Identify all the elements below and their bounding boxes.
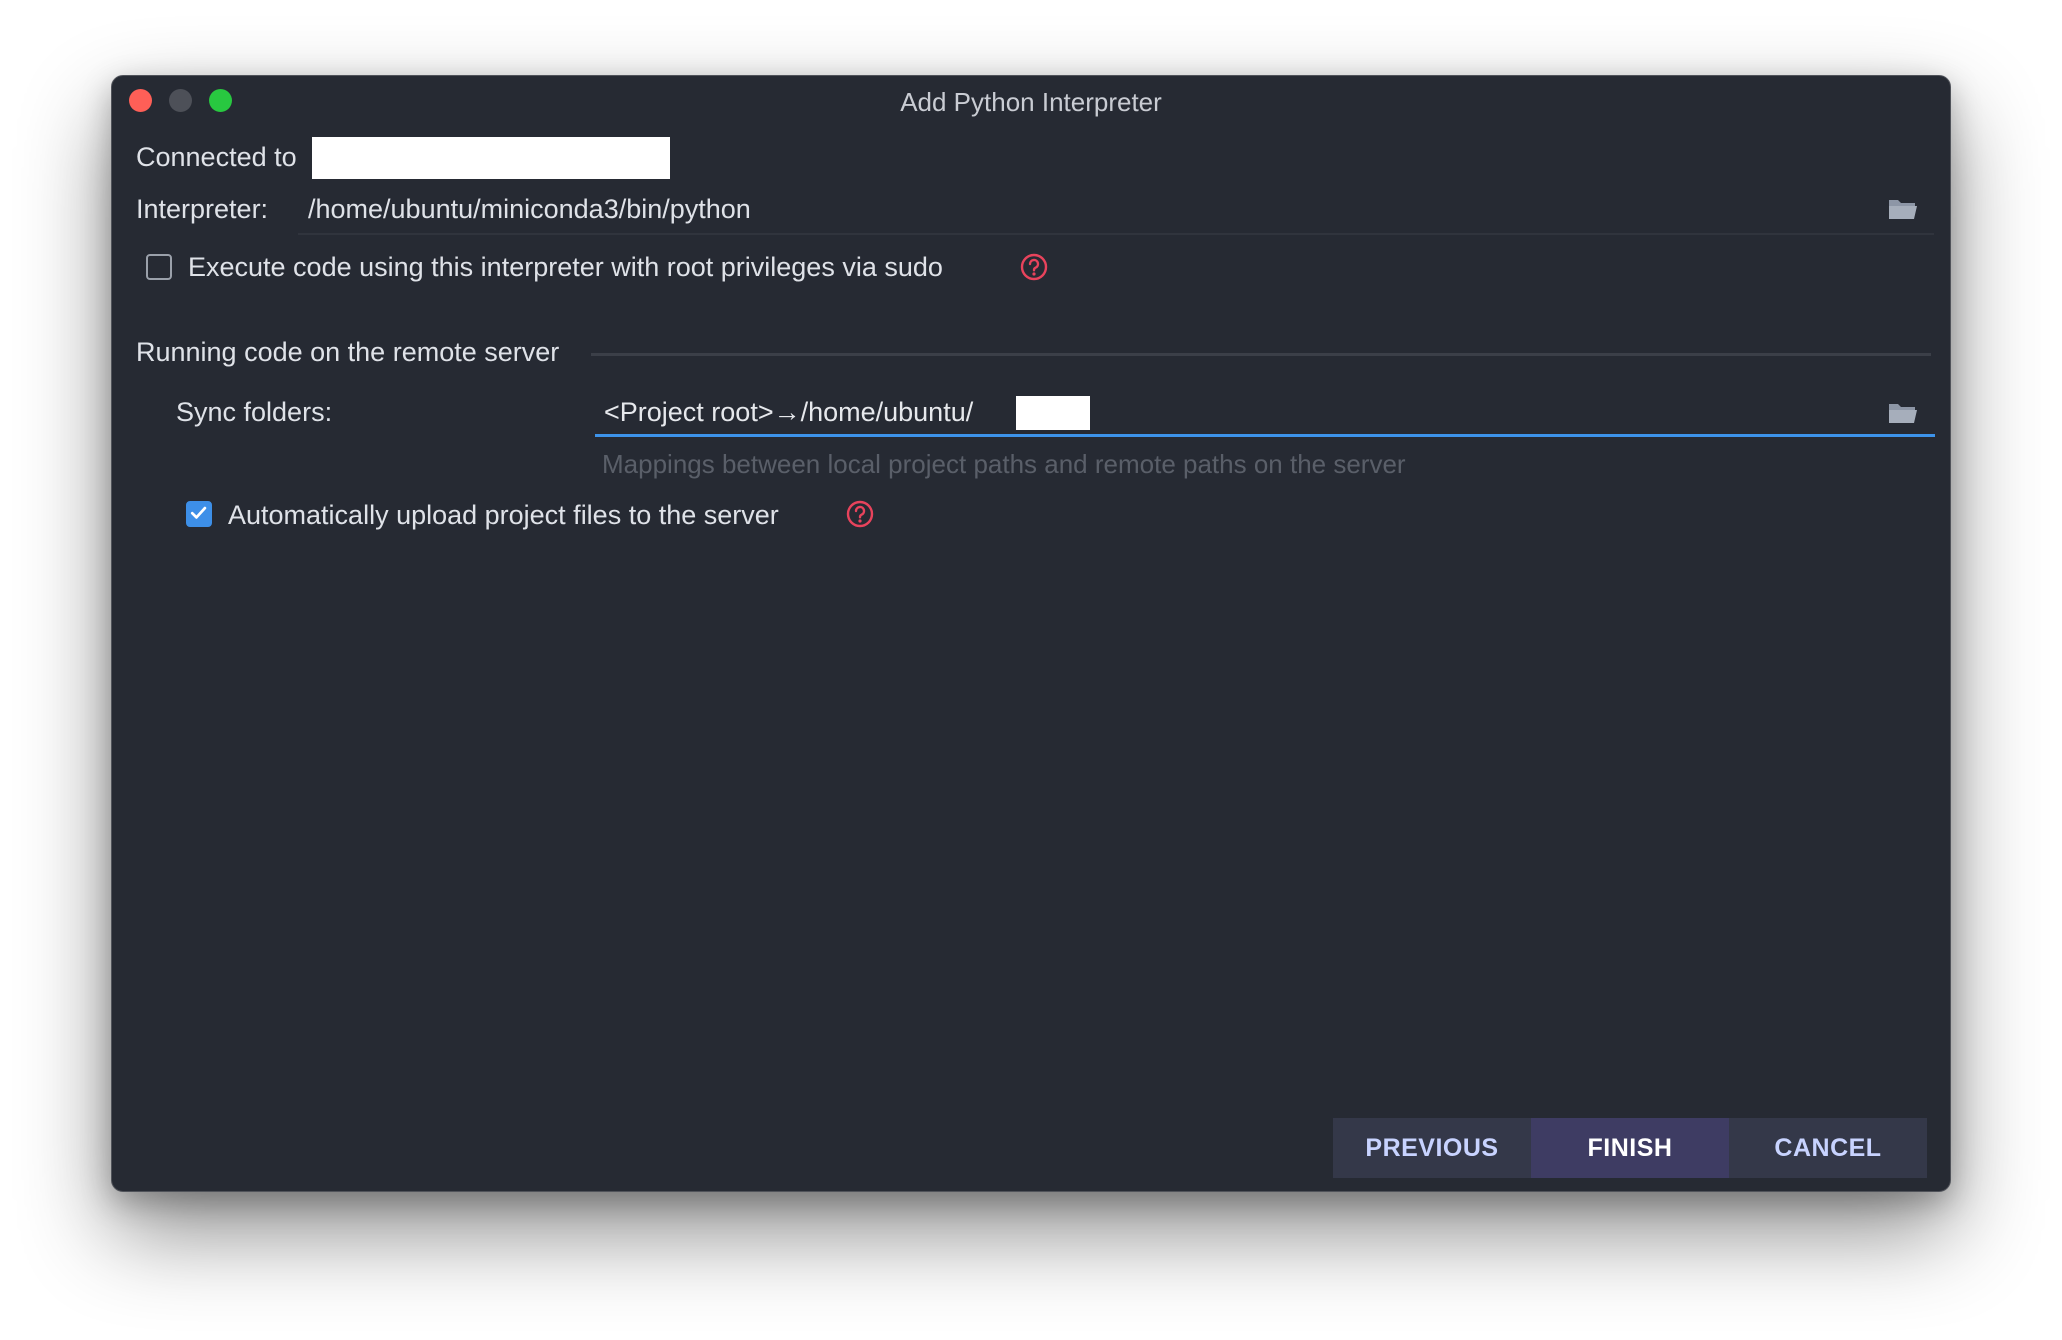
auto-upload-label: Automatically upload project files to th… (228, 500, 779, 530)
connected-host-redacted (312, 137, 670, 179)
sudo-checkbox-label: Execute code using this interpreter with… (188, 252, 943, 282)
folder-open-icon[interactable] (1888, 401, 1918, 425)
sync-path-redacted (1016, 396, 1090, 430)
previous-button[interactable]: PREVIOUS (1333, 1118, 1531, 1178)
sync-folders-label: Sync folders: (176, 397, 333, 427)
interpreter-path-field[interactable]: /home/ubuntu/miniconda3/bin/python (308, 191, 751, 227)
section-divider (591, 353, 1931, 356)
sync-folders-hint: Mappings between local project paths and… (602, 449, 1406, 479)
remote-section-title: Running code on the remote server (136, 337, 560, 367)
cancel-button[interactable]: CANCEL (1729, 1118, 1927, 1178)
connected-to-label: Connected to (136, 142, 297, 172)
auto-upload-checkbox[interactable] (186, 501, 212, 527)
finish-button[interactable]: FINISH (1531, 1118, 1729, 1178)
add-python-interpreter-dialog: Add Python Interpreter Connected to Inte… (111, 75, 1951, 1192)
sudo-checkbox[interactable] (146, 254, 172, 280)
checkmark-icon (190, 506, 207, 519)
sync-folders-focus-underline (595, 434, 1935, 437)
window-title: Add Python Interpreter (900, 87, 1162, 117)
interpreter-field-underline (298, 233, 1934, 235)
folder-open-icon[interactable] (1888, 197, 1918, 221)
question-circle-icon[interactable] (1020, 253, 1048, 281)
question-circle-icon[interactable] (846, 500, 874, 528)
interpreter-label: Interpreter: (136, 194, 269, 224)
sync-folders-field[interactable]: <Project root>→/home/ubuntu/ (604, 394, 973, 430)
